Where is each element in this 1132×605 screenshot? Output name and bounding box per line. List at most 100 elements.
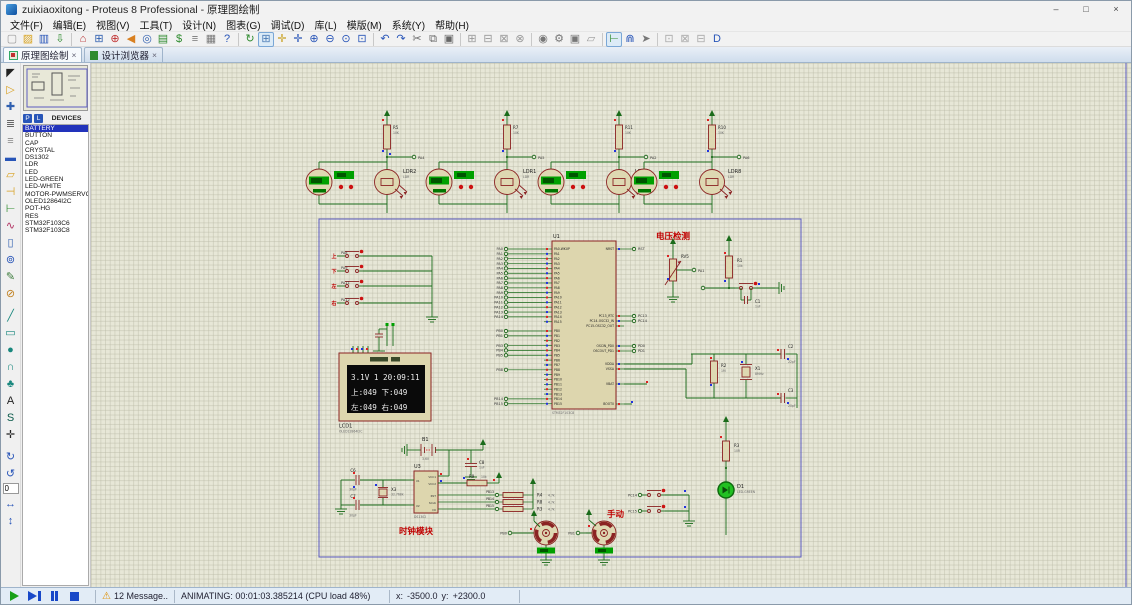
- 2d-path-mode[interactable]: ♣: [2, 375, 20, 392]
- device-item[interactable]: STM32F103C6: [23, 220, 88, 227]
- component-mode[interactable]: ▷: [2, 81, 20, 98]
- home-page-button[interactable]: ⌂: [75, 32, 91, 47]
- voltage-probe-mode[interactable]: ✎: [2, 268, 20, 285]
- selection-pointer-mode[interactable]: ◤: [2, 64, 20, 81]
- goto-sheet-button[interactable]: ⊕: [107, 32, 123, 47]
- 2d-circle-mode[interactable]: ●: [2, 341, 20, 358]
- tab-close-icon[interactable]: ×: [152, 50, 157, 60]
- device-item[interactable]: LED-GREEN: [23, 176, 88, 183]
- rotate-clockwise[interactable]: ↻: [2, 448, 20, 465]
- voltage-detect-section[interactable]: 电压检测 PA1 RV5 R1 10k: [656, 231, 784, 309]
- subcircuit-mode[interactable]: ▱: [2, 166, 20, 183]
- close-button[interactable]: ×: [1101, 1, 1131, 18]
- manual-buttons[interactable]: 手动: [607, 495, 695, 526]
- y-mirror[interactable]: ↕: [2, 512, 20, 529]
- device-item[interactable]: CAP: [23, 140, 88, 147]
- cut-button[interactable]: ✂: [409, 32, 425, 47]
- buses-mode[interactable]: ▬: [2, 149, 20, 166]
- pick-devices-button[interactable]: P: [23, 114, 32, 123]
- tab-schematic-capture[interactable]: 原理图绘制 ×: [3, 47, 82, 62]
- terminals-mode[interactable]: ⊣: [2, 183, 20, 200]
- menu-item[interactable]: 编辑(E): [48, 17, 91, 32]
- block-move-button[interactable]: ⊟: [480, 32, 496, 47]
- device-item[interactable]: RES: [23, 213, 88, 220]
- redo-button[interactable]: ↷: [393, 32, 409, 47]
- wire-autorouter-button[interactable]: ⊢: [606, 32, 622, 47]
- boot-pin-group[interactable]: [373, 323, 395, 356]
- 2d-text-mode[interactable]: A: [2, 392, 20, 409]
- pick-parts-button[interactable]: ◉: [535, 32, 551, 47]
- import-section-button[interactable]: ⇩: [52, 32, 68, 47]
- stop-button[interactable]: [64, 590, 84, 603]
- save-design-button[interactable]: ▥: [36, 32, 52, 47]
- tab-design-explorer[interactable]: 设计浏览器 ×: [84, 47, 162, 62]
- x-mirror[interactable]: ↔: [2, 495, 20, 512]
- 2d-line-mode[interactable]: ╱: [2, 307, 20, 324]
- step-button[interactable]: [24, 590, 44, 603]
- zoom-out-button[interactable]: ⊖: [322, 32, 338, 47]
- help-button[interactable]: ?: [219, 32, 235, 47]
- device-item[interactable]: LED-WHITE: [23, 183, 88, 190]
- menu-item[interactable]: 文件(F): [5, 17, 48, 32]
- device-item[interactable]: BATTERY: [23, 125, 88, 132]
- zoom-all-button[interactable]: ⊙: [338, 32, 354, 47]
- property-assignment-button[interactable]: ➤: [638, 32, 654, 47]
- pullup-resistor[interactable]: [503, 493, 523, 498]
- electrical-report-button[interactable]: ≡: [187, 32, 203, 47]
- menu-item[interactable]: 帮助(H): [430, 17, 474, 32]
- design-explorer-button[interactable]: ⊡: [661, 32, 677, 47]
- origin-button[interactable]: ✛: [274, 32, 290, 47]
- configure-diagnostics-button[interactable]: D: [709, 32, 725, 47]
- device-item[interactable]: OLED12864I2C: [23, 198, 88, 205]
- pan-button[interactable]: ✛: [290, 32, 306, 47]
- maximize-button[interactable]: □: [1071, 1, 1101, 18]
- 2d-arc-mode[interactable]: ∩: [2, 358, 20, 375]
- junction-dot-mode[interactable]: ✚: [2, 98, 20, 115]
- zoom-area-button[interactable]: ⊡: [354, 32, 370, 47]
- packaging-tool-button[interactable]: ▣: [567, 32, 583, 47]
- schematic-canvas[interactable]: U1 STM32F103C8: [91, 63, 1131, 587]
- zoom-in-button[interactable]: ⊕: [306, 32, 322, 47]
- device-item[interactable]: LDR: [23, 161, 88, 168]
- active-popup-mode[interactable]: ▯: [2, 234, 20, 251]
- menu-item[interactable]: 系统(Y): [387, 17, 430, 32]
- previous-sheet-button[interactable]: ◀: [123, 32, 139, 47]
- block-copy-button[interactable]: ⊞: [464, 32, 480, 47]
- device-item[interactable]: CRYSTAL: [23, 147, 88, 154]
- crystal-section[interactable]: R2 1M X1 8MHz C2 22pF: [686, 344, 797, 408]
- play-button[interactable]: [4, 590, 24, 603]
- device-item[interactable]: DS1302: [23, 154, 88, 161]
- undo-button[interactable]: ↶: [377, 32, 393, 47]
- block-rotate-button[interactable]: ⊠: [496, 32, 512, 47]
- pullup-resistor[interactable]: [503, 500, 523, 505]
- menu-item[interactable]: 库(L): [309, 17, 341, 32]
- ldr-sensor-group[interactable]: [306, 110, 416, 213]
- open-design-button[interactable]: ▨: [20, 32, 36, 47]
- 2d-symbol-mode[interactable]: S: [2, 409, 20, 426]
- device-item[interactable]: BUTTON: [23, 132, 88, 139]
- clock-module-section[interactable]: B1 3.6V C8 1uF U3 DS1302 X1 X2 VCC1 VCC2: [335, 437, 536, 537]
- decompose-button[interactable]: ▱: [583, 32, 599, 47]
- device-pins-mode[interactable]: ⊢: [2, 200, 20, 217]
- pause-button[interactable]: [44, 590, 64, 603]
- menu-item[interactable]: 模版(M): [342, 17, 387, 32]
- message-cell[interactable]: ⚠ 12 Message..: [95, 590, 174, 603]
- menu-item[interactable]: 工具(T): [134, 17, 177, 32]
- view-design-button[interactable]: ▤: [155, 32, 171, 47]
- paste-button[interactable]: ▣: [441, 32, 457, 47]
- library-manager-button[interactable]: L: [34, 114, 43, 123]
- text-script-mode[interactable]: ≡: [2, 132, 20, 149]
- netlist-view-button[interactable]: ▦: [203, 32, 219, 47]
- menu-item[interactable]: 调试(D): [266, 17, 310, 32]
- make-device-button[interactable]: ⚙: [551, 32, 567, 47]
- block-delete-button[interactable]: ⊗: [512, 32, 528, 47]
- remove-sheet-button[interactable]: ⊠: [677, 32, 693, 47]
- minimize-button[interactable]: –: [1041, 1, 1071, 18]
- direction-buttons[interactable]: [363, 256, 438, 322]
- device-item[interactable]: MOTOR-PWMSERVO: [23, 191, 88, 198]
- 2d-marker-mode[interactable]: ✛: [2, 426, 20, 443]
- wire-label-mode[interactable]: ≣: [2, 115, 20, 132]
- new-sheet-button[interactable]: ⊞: [91, 32, 107, 47]
- new-design-button[interactable]: ▢: [4, 32, 20, 47]
- lcd-display[interactable]: 3.1V 1 20:09:11 上:049 下:049 左:049 右:049 …: [339, 346, 431, 434]
